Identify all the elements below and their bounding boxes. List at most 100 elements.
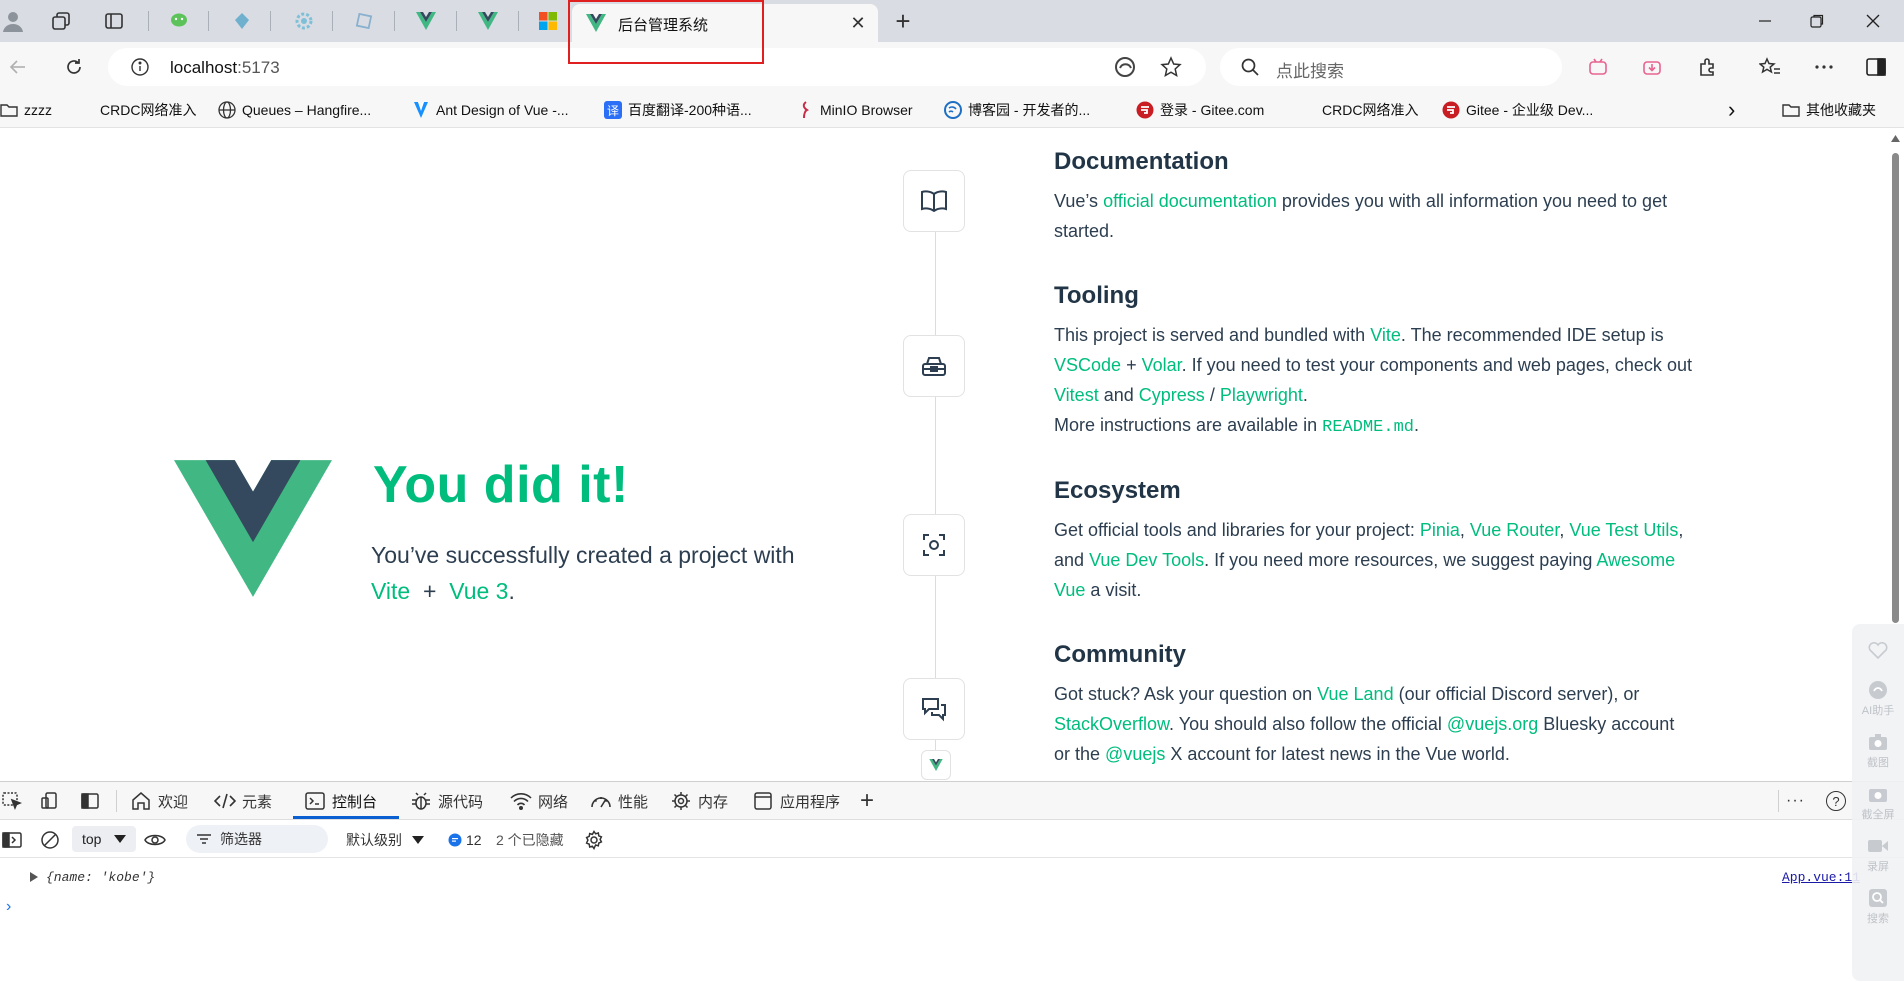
- console-settings-gear-icon[interactable]: [584, 829, 604, 851]
- bookmarks-more-chevron-icon[interactable]: ›: [1728, 97, 1735, 122]
- volar-link[interactable]: Volar: [1142, 355, 1182, 375]
- context-select[interactable]: top: [72, 826, 136, 852]
- tab-elements[interactable]: 元素: [214, 789, 272, 813]
- cypress-link[interactable]: Cypress: [1139, 385, 1205, 405]
- message-count-badge[interactable]: 12: [448, 829, 482, 851]
- close-window-icon[interactable]: [1858, 8, 1888, 34]
- bookmark-item[interactable]: Queues – Hangfire...: [218, 99, 371, 121]
- vue-test-utils-link[interactable]: Vue Test Utils: [1569, 520, 1678, 540]
- clear-console-icon[interactable]: [40, 829, 60, 851]
- pinned-tab-settings[interactable]: [280, 7, 328, 35]
- minimize-icon[interactable]: [1750, 8, 1780, 34]
- other-favorites-folder[interactable]: 其他收藏夹: [1782, 99, 1876, 121]
- vue-dev-tools-link[interactable]: Vue Dev Tools: [1089, 550, 1204, 570]
- stackoverflow-link[interactable]: StackOverflow: [1054, 714, 1169, 734]
- bookmark-label: Ant Design of Vue -...: [436, 102, 569, 118]
- scroll-thumb[interactable]: [1892, 153, 1899, 623]
- workspaces-icon[interactable]: [48, 8, 74, 34]
- vue-router-link[interactable]: Vue Router: [1470, 520, 1559, 540]
- vitest-link[interactable]: Vitest: [1054, 385, 1099, 405]
- more-menu-icon[interactable]: [1808, 51, 1840, 83]
- pinned-tab-app[interactable]: [218, 7, 266, 35]
- profile-avatar-icon[interactable]: [0, 8, 26, 34]
- tab-network[interactable]: 网络: [510, 789, 568, 813]
- inspect-element-icon[interactable]: [2, 789, 22, 813]
- bookmark-item[interactable]: 登录 - Gitee.com: [1136, 99, 1264, 121]
- log-level-select[interactable]: 默认级别: [346, 829, 424, 851]
- scroll-up-arrow-icon[interactable]: [1891, 135, 1900, 142]
- vuejs-x-link[interactable]: @vuejs: [1105, 744, 1165, 764]
- vue3-link[interactable]: Vue 3: [449, 578, 508, 604]
- devtools-more-icon[interactable]: ···: [1786, 789, 1805, 813]
- bookmark-item[interactable]: 博客园 - 开发者的...: [944, 99, 1090, 121]
- bookmark-item[interactable]: CRDC网络准入: [76, 99, 196, 121]
- device-emulation-icon[interactable]: [40, 789, 60, 813]
- pinned-tab-wechat[interactable]: [156, 7, 204, 35]
- tab-performance[interactable]: 性能: [590, 789, 648, 813]
- dock-side-icon[interactable]: [80, 789, 100, 813]
- bookmark-item[interactable]: Gitee - 企业级 Dev...: [1442, 99, 1593, 121]
- console-sidebar-icon[interactable]: [2, 829, 22, 851]
- restore-icon[interactable]: [1802, 8, 1832, 34]
- bookmark-item[interactable]: zzzz: [0, 99, 52, 121]
- console-filter-input[interactable]: 筛选器: [186, 825, 328, 853]
- bilibili-extension-icon[interactable]: [1582, 51, 1614, 83]
- pinned-tab-vue-1[interactable]: [402, 7, 450, 35]
- url-text[interactable]: localhost:5173: [170, 58, 280, 78]
- vite-doc-link[interactable]: Vite: [1370, 325, 1401, 345]
- log-source-link[interactable]: App.vue:11: [1782, 870, 1860, 885]
- vue-land-link[interactable]: Vue Land: [1317, 684, 1393, 704]
- tab-console[interactable]: 控制台: [304, 789, 377, 813]
- hidden-count: 2 个已隐藏: [496, 832, 564, 848]
- back-arrow-icon[interactable]: [2, 51, 34, 83]
- live-expression-eye-icon[interactable]: [144, 829, 166, 851]
- sp-record[interactable]: 录屏: [1852, 836, 1904, 874]
- pinia-link[interactable]: Pinia: [1420, 520, 1460, 540]
- tab-application[interactable]: 应用程序: [752, 789, 840, 813]
- tooling-text: This project is served and bundled with …: [1054, 325, 1692, 437]
- pinned-tab-microsoft[interactable]: [524, 7, 572, 35]
- playwright-link[interactable]: Playwright: [1220, 385, 1303, 405]
- extensions-puzzle-icon[interactable]: [1692, 51, 1724, 83]
- tab-sources[interactable]: 源代码: [410, 789, 483, 813]
- bookmark-item[interactable]: 译 百度翻译-200种语...: [604, 99, 752, 121]
- bookmark-item[interactable]: CRDC网络准入: [1298, 99, 1418, 121]
- expand-triangle-icon[interactable]: [30, 872, 38, 882]
- record-icon: [1867, 836, 1889, 856]
- pinned-tab-vue-2[interactable]: [464, 7, 512, 35]
- official-docs-link[interactable]: official documentation: [1103, 191, 1277, 211]
- refresh-icon[interactable]: [58, 51, 90, 83]
- sp-heart[interactable]: [1852, 640, 1904, 662]
- documentation-book-icon: [903, 170, 965, 232]
- download-extension-icon[interactable]: [1636, 51, 1668, 83]
- new-tab-button[interactable]: +: [888, 6, 918, 36]
- vertical-tabs-icon[interactable]: [101, 8, 127, 34]
- favorites-list-icon[interactable]: [1754, 51, 1786, 83]
- pinned-tab-tool[interactable]: [340, 7, 388, 35]
- bookmark-item[interactable]: MinIO Browser: [796, 99, 913, 121]
- sidebar-toggle-icon[interactable]: [1860, 51, 1892, 83]
- edge-shopping-icon[interactable]: [1114, 56, 1136, 78]
- favorite-star-icon[interactable]: [1160, 56, 1182, 78]
- search-box[interactable]: 点此搜索: [1220, 48, 1562, 86]
- sp-screenshot[interactable]: 截图: [1852, 732, 1904, 770]
- sp-fullscreen-shot[interactable]: 截全屏: [1852, 784, 1904, 822]
- sp-ai-assistant[interactable]: AI助手: [1852, 680, 1904, 718]
- wifi-icon: [510, 790, 532, 812]
- tab-welcome[interactable]: 欢迎: [130, 789, 188, 813]
- add-devtools-tab-button[interactable]: +: [860, 787, 874, 814]
- tab-close-icon[interactable]: ✕: [848, 13, 868, 33]
- console-log-entry[interactable]: {name: 'kobe'}: [46, 870, 155, 885]
- bookmark-item[interactable]: Ant Design of Vue -...: [412, 99, 569, 121]
- site-info-icon[interactable]: [130, 57, 150, 77]
- sp-search[interactable]: 搜索: [1852, 888, 1904, 926]
- vscode-link[interactable]: VSCode: [1054, 355, 1121, 375]
- vuejs-org-link[interactable]: @vuejs.org: [1447, 714, 1538, 734]
- tab-memory[interactable]: 内存: [670, 789, 728, 813]
- readme-link[interactable]: README.md: [1322, 418, 1414, 437]
- devtools-help-icon[interactable]: ?: [1826, 789, 1846, 813]
- console-prompt[interactable]: ›: [6, 898, 11, 916]
- heart-icon: [1867, 640, 1889, 660]
- vite-link[interactable]: Vite: [371, 578, 410, 604]
- hero-subtitle: You’ve successfully created a project wi…: [371, 542, 795, 604]
